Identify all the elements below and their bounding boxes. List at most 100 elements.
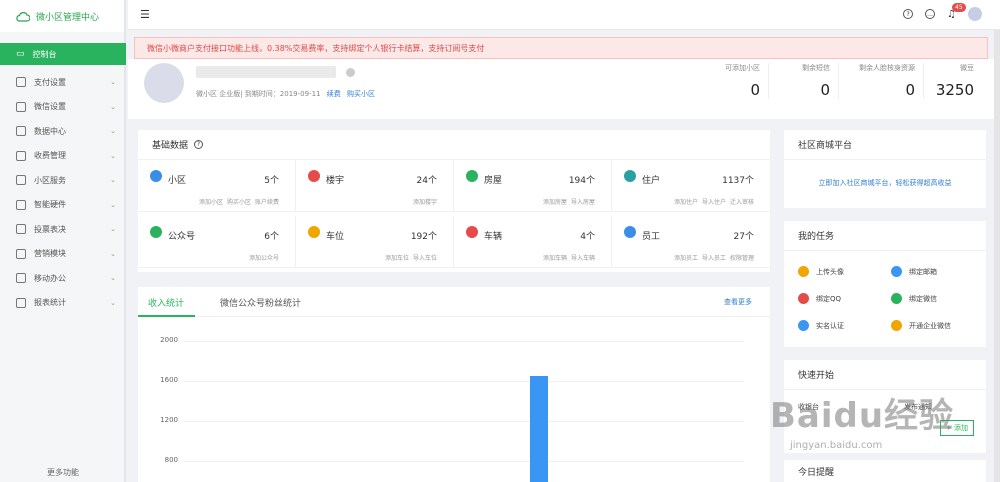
sidebar-item-fees[interactable]: 收费管理 ⌄ [0,144,126,169]
data-cell[interactable]: 小区 5个 添加小区 购买小区 账户续费 [138,160,296,212]
sidebar-item-hardware[interactable]: 智能硬件 ⌄ [0,193,126,218]
sidebar-item-label: 微信设置 [34,102,66,112]
basic-data-card: 基础数据? 小区 5个 添加小区 购买小区 账户续费 楼宇 24个 添加楼宇 房屋 194个 添加房… [138,130,770,272]
sidebar-nav: 支付设置 ⌄ 微信设置 ⌄ 数据中心 ⌄ 收费管理 ⌄ 小区服务 ⌄ 智能硬件 ⌄ 投票表决… [0,70,126,315]
income-chart-card: 收入统计 微信公众号粉丝统计 查看更多 2000 1600 1200 800 [138,287,770,482]
task-item[interactable]: 开通企业微信 [891,320,951,331]
stat-sms: 剩余短信 0 [769,63,839,99]
action-link[interactable]: 添加车位 [385,255,409,262]
data-cell[interactable]: 住户 1137个 添加住户 导入住户 迁入审核 [612,160,770,212]
tab-income[interactable]: 收入统计 [148,296,184,309]
buy-community-link[interactable]: 购买小区 [347,90,375,98]
data-cell[interactable]: 房屋 194个添加房屋 导入房屋 [454,160,612,212]
task-item[interactable]: 绑定微信 [891,293,937,304]
mall-card: 社区商城平台 立即加入社区商城平台，轻松获得超高收益 [784,130,986,208]
action-link[interactable]: 添加车辆 [543,255,567,262]
see-more-link[interactable]: 查看更多 [724,297,752,307]
y-tick-label: 800 [164,456,178,464]
notice-banner: 微信小微商户支付接口功能上线，0.38%交易费率，支持绑定个人银行卡结算，支持订… [134,37,988,59]
watermark-url: jingyan.baidu.com [790,440,883,451]
data-cell[interactable]: 公众号 6个 添加公众号 [138,216,296,268]
task-item[interactable]: 实名认证 [798,320,844,331]
category-icon [150,170,162,182]
app-logo[interactable]: 微小区管理中心 [0,0,124,32]
sidebar-item-services[interactable]: 小区服务 ⌄ [0,168,126,193]
action-link[interactable]: 添加住户 [674,199,698,206]
chart-bar[interactable] [530,376,548,482]
action-link[interactable]: 添加楼宇 [413,199,437,206]
action-link[interactable]: 添加房屋 [543,199,567,206]
action-link[interactable]: 添加公众号 [249,255,279,262]
tab-fans[interactable]: 微信公众号粉丝统计 [220,296,301,309]
wechat-icon [16,101,26,112]
cell-actions: 添加员工 导入员工 权限管理 [670,253,754,262]
top-icons: ? … ♫ 45 [903,2,982,21]
action-link[interactable]: 账户续费 [255,199,279,206]
renew-link[interactable]: 续费 [327,90,341,98]
sidebar-item-dashboard[interactable]: ▭ 控制台 [0,43,126,65]
data-cell[interactable]: 车位 192个 添加车位 导入车位 [296,216,454,268]
more-features-link[interactable]: 更多功能 [0,467,126,478]
scrollbar[interactable] [994,30,1000,482]
chat-icon[interactable]: … [925,9,936,19]
action-link[interactable]: 添加员工 [674,255,698,262]
cell-count: 194个 [568,176,595,186]
chip-icon [16,199,26,210]
grid-line [184,381,744,382]
stat-communities: 可添加小区 0 [699,63,769,99]
category-icon [308,170,320,182]
bell-icon[interactable]: ♫ 45 [947,2,966,20]
profile-avatar[interactable] [144,63,184,103]
sidebar-item-data[interactable]: 数据中心 ⌄ [0,119,126,144]
sidebar-item-voting[interactable]: 投票表决 ⌄ [0,217,126,242]
task-item[interactable]: 绑定QQ [798,293,841,304]
stat-label: 可添加小区 [725,64,760,72]
grid-line [184,341,744,342]
profile-meta: 微小区 企业版| 到期时间：2019-09-11 续费 购买小区 [196,89,375,99]
action-link[interactable]: 导入房屋 [571,199,595,206]
menu-toggle-icon[interactable]: ☰ [140,8,150,21]
action-link[interactable]: 迁入审核 [730,199,754,206]
action-link[interactable]: 导入车位 [413,255,437,262]
chevron-down-icon: ⌄ [110,102,116,111]
sidebar-item-mobile[interactable]: 移动办公 ⌄ [0,266,126,291]
action-link[interactable]: 权限管理 [730,255,754,262]
chart-tabs: 收入统计 微信公众号粉丝统计 查看更多 [138,287,770,317]
y-tick-label: 1600 [160,376,178,384]
sidebar-item-marketing[interactable]: 营销模块 ⌄ [0,242,126,267]
cell-actions: 添加楼宇 [409,197,437,206]
action-link[interactable]: 购买小区 [227,199,251,206]
sidebar-item-label: 支付设置 [34,77,66,87]
action-link[interactable]: 导入员工 [702,255,726,262]
stat-label: 剩余人脸核身资源 [859,64,915,72]
profile-name-blurred [196,66,336,78]
monitor-icon: ▭ [16,49,25,59]
action-link[interactable]: 导入车辆 [571,255,595,262]
sidebar-item-label: 营销模块 [34,249,66,259]
sidebar-item-wechat[interactable]: 微信设置 ⌄ [0,95,126,120]
cloud-logo-icon [16,11,30,22]
data-cell[interactable]: 车辆 4个 添加车辆 导入车辆 [454,216,612,268]
action-link[interactable]: 导入住户 [702,199,726,206]
data-cell[interactable]: 楼宇 24个 添加楼宇 [296,160,454,212]
sidebar-item-label: 智能硬件 [34,200,66,210]
help-icon[interactable]: ? [194,140,204,149]
sidebar-item-reports[interactable]: 报表统计 ⌄ [0,291,126,316]
cell-count: 192个 [410,232,437,242]
grid-line [184,461,744,462]
avatar[interactable] [968,7,982,21]
watermark: Baidu经验 [770,396,955,436]
task-item[interactable]: 上传头像 [798,266,844,277]
mall-join-link[interactable]: 立即加入社区商城平台，轻松获得超高收益 [784,178,986,188]
chevron-down-icon: ⌄ [110,200,116,209]
sidebar-item-label: 报表统计 [34,298,66,308]
task-item[interactable]: 绑定邮箱 [891,266,937,277]
cell-name: 房屋 [484,176,503,186]
sidebar-item-payment[interactable]: 支付设置 ⌄ [0,70,126,95]
help-icon[interactable]: ? [903,9,914,19]
task-icon [798,293,809,304]
wallet-icon [16,77,26,88]
cell-actions: 添加小区 购买小区 账户续费 [195,197,279,206]
data-cell[interactable]: 员工 27个 添加员工 导入员工 权限管理 [612,216,770,268]
action-link[interactable]: 添加小区 [199,199,223,206]
